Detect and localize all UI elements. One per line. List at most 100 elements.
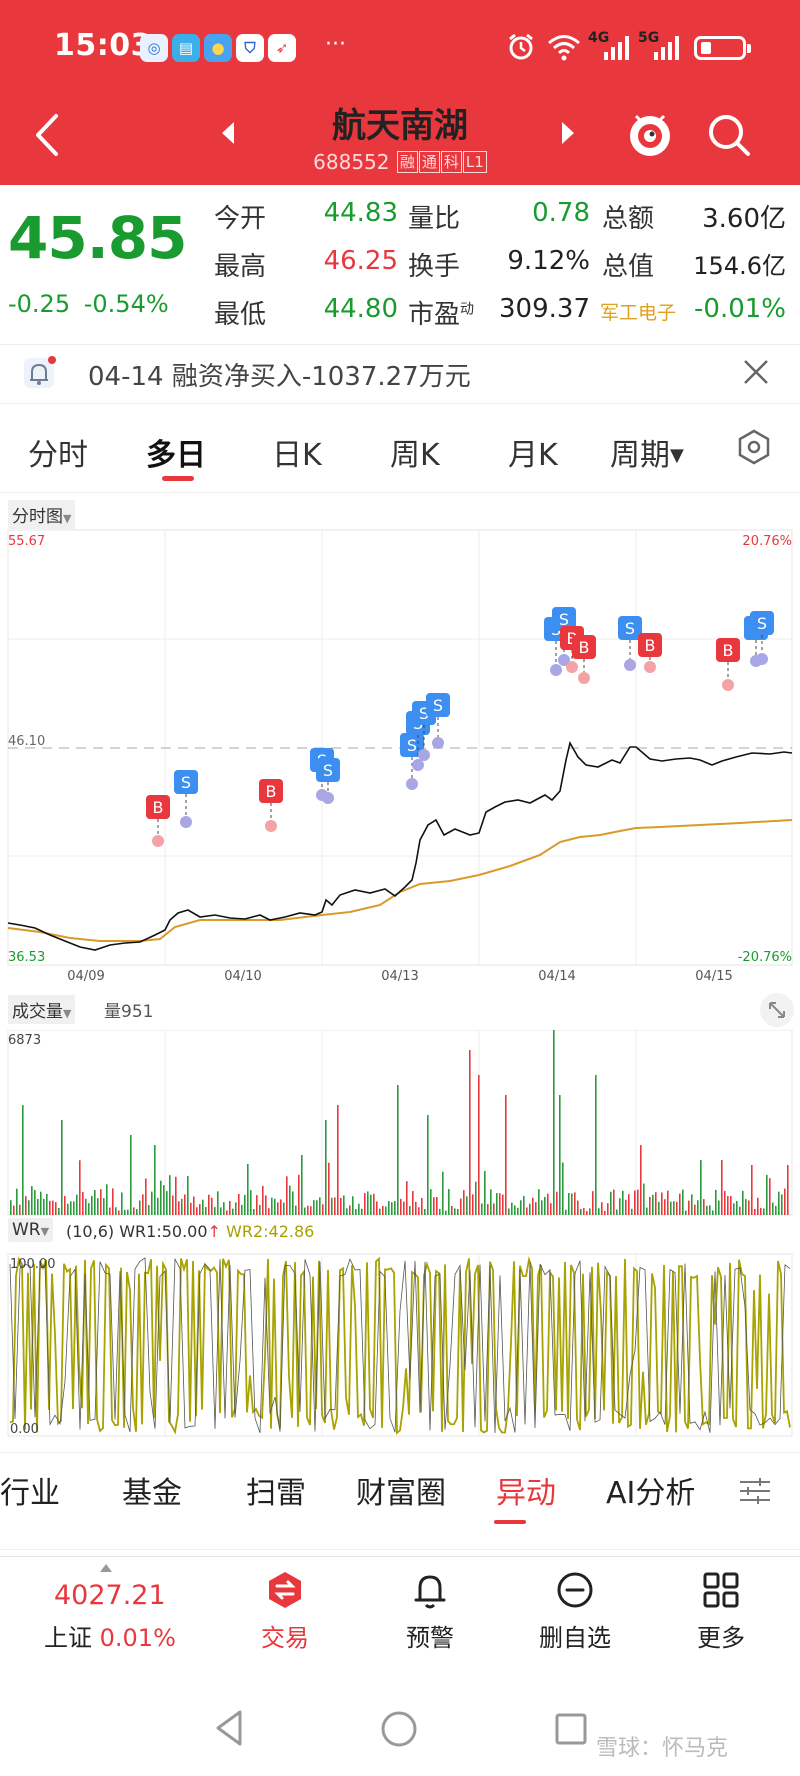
volume-bar (652, 1194, 654, 1215)
signal-icon-5g (654, 36, 679, 60)
close-icon[interactable] (740, 356, 772, 388)
multiday-price-chart[interactable]: 55.67 46.10 36.53 20.76% -20.76% 04/09 0… (0, 495, 800, 985)
volume-bar (496, 1193, 498, 1215)
tab-intraday[interactable]: 分时 (28, 430, 88, 474)
tab-multiday[interactable]: 多日 (146, 430, 206, 474)
subtab-industry[interactable]: 行业 (0, 1468, 60, 1512)
search-icon[interactable] (704, 110, 754, 160)
volume-bar (199, 1204, 201, 1215)
volume-bar (451, 1206, 453, 1215)
tag-margin: 融 (396, 151, 418, 173)
volume-bar (442, 1171, 444, 1215)
prev-stock-arrow-icon[interactable] (222, 122, 234, 144)
volume-bar (370, 1194, 372, 1215)
settings-icon[interactable] (735, 428, 773, 466)
subtab-ai-analysis[interactable]: AI分析 (606, 1468, 695, 1512)
tab-daily-k[interactable]: 日K (272, 430, 322, 474)
volume-bar (376, 1201, 378, 1215)
customize-tabs-icon[interactable] (738, 1476, 772, 1506)
volume-bar (259, 1204, 261, 1215)
subtab-anomaly[interactable]: 异动 (496, 1468, 556, 1512)
tab-active-indicator (162, 476, 194, 481)
volume-bar (670, 1201, 672, 1215)
sell-marker-label: S (407, 736, 417, 755)
volume-bar (184, 1194, 186, 1215)
volume-bar (433, 1197, 435, 1215)
volume-bar (211, 1197, 213, 1215)
volume-bar (58, 1208, 60, 1215)
volume-bar (628, 1194, 630, 1215)
back-arrow-icon[interactable] (28, 112, 68, 158)
volume-bar (571, 1193, 573, 1215)
subtab-risk-scan[interactable]: 扫雷 (246, 1468, 306, 1512)
index-value[interactable]: 4027.21 (54, 1580, 166, 1611)
volume-bar (721, 1160, 723, 1215)
volume-bar (604, 1210, 606, 1215)
mascot-icon[interactable] (624, 108, 676, 160)
tab-monthly-k[interactable]: 月K (508, 430, 558, 474)
sector-name[interactable]: 军工电子 (600, 298, 676, 325)
volume-bar (145, 1178, 147, 1215)
next-stock-arrow-icon[interactable] (562, 122, 574, 144)
index-expand-icon[interactable] (100, 1564, 112, 1572)
date-label: 04/13 (381, 969, 418, 984)
volume-ratio-label: 量比 (408, 204, 461, 234)
wr-indicator-dropdown[interactable]: WR▼ (8, 1218, 54, 1242)
volume-bar (592, 1191, 594, 1215)
volume-bar (172, 1195, 174, 1215)
turnover-amount-label: 总额 (602, 204, 655, 234)
volume-max-label: 6873 (8, 1033, 41, 1048)
volume-bar (751, 1165, 753, 1215)
unread-dot (48, 356, 56, 364)
volume-bar (784, 1188, 786, 1215)
subtab-wealth-circle[interactable]: 财富圈 (356, 1468, 446, 1512)
volume-bar (367, 1191, 369, 1215)
volume-bar (61, 1120, 63, 1215)
system-recents-icon[interactable] (554, 1712, 588, 1746)
volume-bar (778, 1191, 780, 1215)
system-home-icon[interactable] (380, 1710, 418, 1748)
battery-icon (694, 36, 751, 60)
expand-icon[interactable] (760, 993, 794, 1027)
volume-bar (151, 1191, 153, 1215)
sell-point (322, 792, 334, 804)
volume-bar (448, 1189, 450, 1215)
trade-markers: BSBSSSSSSSSBBSBBSS (146, 607, 774, 847)
volume-bar (430, 1189, 432, 1215)
wr-bottom-label: 0.00 (10, 1422, 39, 1437)
subtab-fund[interactable]: 基金 (122, 1468, 182, 1512)
volume-grid (164, 1030, 637, 1215)
volume-indicator-dropdown[interactable]: 成交量▼ (8, 995, 76, 1024)
tab-weekly-k[interactable]: 周K (390, 430, 440, 474)
volume-bar (499, 1193, 501, 1215)
divider (0, 492, 800, 493)
volume-chart[interactable]: 6873 (0, 1030, 800, 1220)
average-price-line (7, 819, 793, 942)
volume-bar (562, 1162, 564, 1215)
index-row[interactable]: 上证 0.01% (44, 1618, 176, 1653)
high-label: 最高 (214, 252, 267, 282)
volume-bar (235, 1202, 237, 1215)
tab-period[interactable]: 周期▼ (610, 430, 684, 474)
volume-bar (508, 1208, 510, 1215)
wr-chart[interactable]: 100.00 0.00 (0, 1248, 800, 1448)
volume-bar (220, 1207, 222, 1215)
open-value: 44.83 (323, 198, 398, 228)
volume-bar (256, 1195, 258, 1215)
volume-bar (79, 1160, 81, 1215)
pe-value: 309.37 (499, 294, 590, 324)
volume-bar (274, 1198, 276, 1215)
volume-bar (550, 1203, 552, 1215)
volume-bar (484, 1170, 486, 1215)
volume-bar (736, 1200, 738, 1215)
wr-top-label: 100.00 (10, 1257, 56, 1272)
volume-bar (631, 1208, 633, 1215)
notice-text[interactable]: 04-14 融资净买入-1037.27万元 (88, 356, 471, 393)
volume-bar (511, 1202, 513, 1215)
volume-bar (625, 1199, 627, 1215)
system-back-icon[interactable] (212, 1708, 246, 1748)
volume-value: 量951 (104, 1002, 154, 1022)
buy-point (566, 661, 578, 673)
volume-bar (361, 1208, 363, 1215)
shield-app-icon: ⛉ (236, 34, 264, 62)
